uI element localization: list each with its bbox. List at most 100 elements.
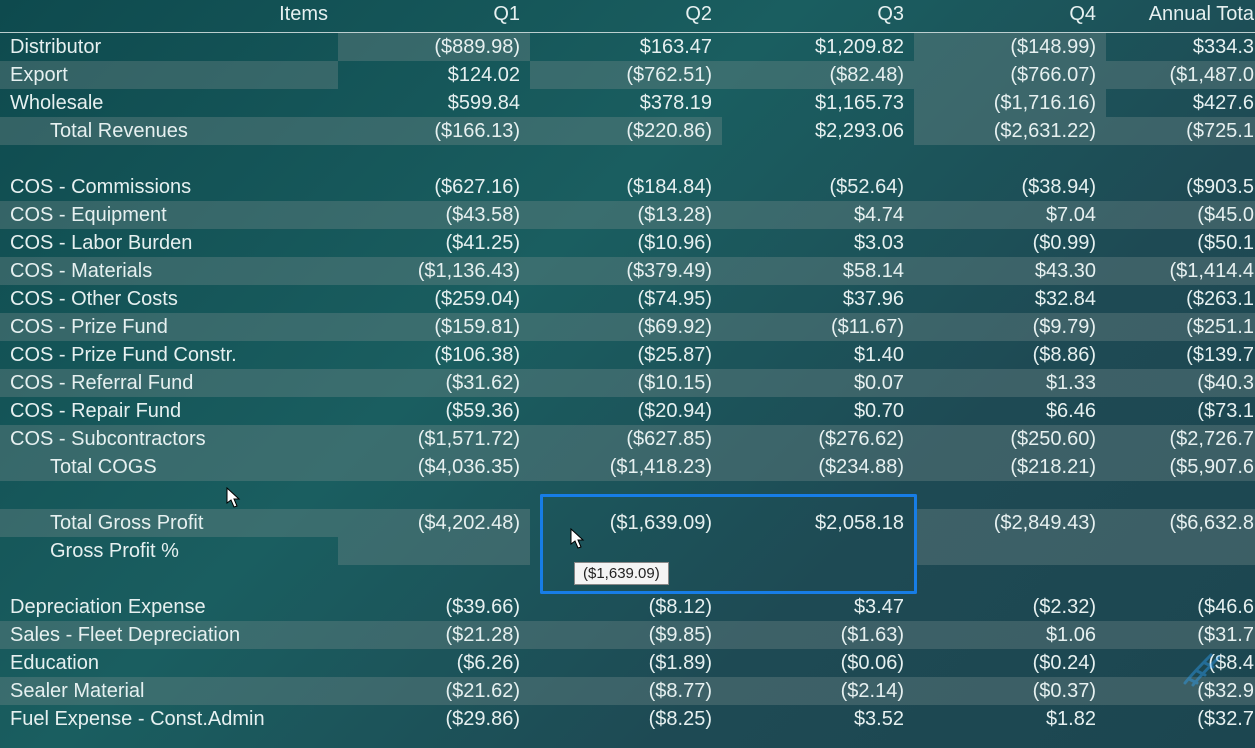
- cell-value[interactable]: $1,209.82: [722, 33, 914, 62]
- cell-value[interactable]: $43.30: [914, 257, 1106, 285]
- cell-value[interactable]: $3.03: [722, 229, 914, 257]
- row-label[interactable]: Wholesale: [0, 89, 338, 117]
- row-label[interactable]: COS - Commissions: [0, 173, 338, 201]
- cell-value[interactable]: ($32.7: [1106, 705, 1255, 733]
- cell-value[interactable]: $334.3: [1106, 33, 1255, 62]
- row-label[interactable]: Sales - Fleet Depreciation: [0, 621, 338, 649]
- cell-value[interactable]: ($903.5: [1106, 173, 1255, 201]
- cell-value[interactable]: ($2,726.7: [1106, 425, 1255, 453]
- cell-value[interactable]: ($762.51): [530, 61, 722, 89]
- cell-value[interactable]: $3.52: [722, 705, 914, 733]
- table-row[interactable]: COS - Labor Burden($41.25)($10.96)$3.03(…: [0, 229, 1255, 257]
- cell-value[interactable]: $1.33: [914, 369, 1106, 397]
- cell-value[interactable]: ($21.28): [338, 621, 530, 649]
- cell-value[interactable]: ($13.28): [530, 201, 722, 229]
- cell-value[interactable]: ($31.62): [338, 369, 530, 397]
- cell-value[interactable]: $3.47: [722, 593, 914, 621]
- cell-value[interactable]: ($9.79): [914, 313, 1106, 341]
- cell-value[interactable]: ($1,136.43): [338, 257, 530, 285]
- table-row[interactable]: COS - Subcontractors($1,571.72)($627.85)…: [0, 425, 1255, 453]
- cell-value[interactable]: ($8.25): [530, 705, 722, 733]
- cell-value[interactable]: ($6.26): [338, 649, 530, 677]
- table-row[interactable]: COS - Prize Fund($159.81)($69.92)($11.67…: [0, 313, 1255, 341]
- cell-value[interactable]: ($59.36): [338, 397, 530, 425]
- cell-value[interactable]: $1.06: [914, 621, 1106, 649]
- cell-value[interactable]: ($6,632.8: [1106, 509, 1255, 537]
- cell-value[interactable]: ($41.25): [338, 229, 530, 257]
- table-row[interactable]: Education($6.26)($1.89)($0.06)($0.24)($8…: [0, 649, 1255, 677]
- cell-value[interactable]: ($8.4: [1106, 649, 1255, 677]
- col-items[interactable]: Items: [0, 0, 338, 33]
- table-row[interactable]: Gross Profit %: [0, 537, 1255, 565]
- row-label[interactable]: Total Revenues: [0, 117, 338, 145]
- cell-value[interactable]: ($0.06): [722, 649, 914, 677]
- cell-value[interactable]: ($43.58): [338, 201, 530, 229]
- cell-value[interactable]: ($1.63): [722, 621, 914, 649]
- row-label[interactable]: Export: [0, 61, 338, 89]
- cell-value[interactable]: ($1,639.09): [530, 509, 722, 537]
- row-label[interactable]: COS - Other Costs: [0, 285, 338, 313]
- cell-value[interactable]: ($184.84): [530, 173, 722, 201]
- cell-value[interactable]: ($8.86): [914, 341, 1106, 369]
- table-row[interactable]: Fuel Expense - Const.Admin($29.86)($8.25…: [0, 705, 1255, 733]
- table-row[interactable]: COS - Prize Fund Constr.($106.38)($25.87…: [0, 341, 1255, 369]
- cell-value[interactable]: ($29.86): [338, 705, 530, 733]
- row-label[interactable]: Gross Profit %: [0, 537, 338, 565]
- row-label[interactable]: Fuel Expense - Const.Admin: [0, 705, 338, 733]
- cell-value[interactable]: ($5,907.6: [1106, 453, 1255, 481]
- col-q3[interactable]: Q3: [722, 0, 914, 33]
- cell-value[interactable]: $599.84: [338, 89, 530, 117]
- cell-value[interactable]: ($11.67): [722, 313, 914, 341]
- col-annual-total[interactable]: Annual Tota: [1106, 0, 1255, 33]
- cell-value[interactable]: $4.74: [722, 201, 914, 229]
- cell-value[interactable]: $37.96: [722, 285, 914, 313]
- cell-value[interactable]: ($46.6: [1106, 593, 1255, 621]
- cell-value[interactable]: [530, 537, 722, 565]
- cell-value[interactable]: $0.07: [722, 369, 914, 397]
- cell-value[interactable]: ($250.60): [914, 425, 1106, 453]
- cell-value[interactable]: ($8.77): [530, 677, 722, 705]
- cell-value[interactable]: ($2,849.43): [914, 509, 1106, 537]
- row-label[interactable]: COS - Subcontractors: [0, 425, 338, 453]
- cell-value[interactable]: ($0.99): [914, 229, 1106, 257]
- cell-value[interactable]: $2,058.18: [722, 509, 914, 537]
- cell-value[interactable]: ($32.9: [1106, 677, 1255, 705]
- table-row[interactable]: COS - Materials($1,136.43)($379.49)$58.1…: [0, 257, 1255, 285]
- row-label[interactable]: COS - Labor Burden: [0, 229, 338, 257]
- cell-value[interactable]: $0.70: [722, 397, 914, 425]
- cell-value[interactable]: ($9.85): [530, 621, 722, 649]
- cell-value[interactable]: [914, 537, 1106, 565]
- col-q2[interactable]: Q2: [530, 0, 722, 33]
- row-label[interactable]: Sealer Material: [0, 677, 338, 705]
- table-row[interactable]: Export$124.02($762.51)($82.48)($766.07)(…: [0, 61, 1255, 89]
- cell-value[interactable]: ($2.32): [914, 593, 1106, 621]
- table-row[interactable]: COS - Other Costs($259.04)($74.95)$37.96…: [0, 285, 1255, 313]
- table-row[interactable]: Wholesale$599.84$378.19$1,165.73($1,716.…: [0, 89, 1255, 117]
- cell-value[interactable]: $1,165.73: [722, 89, 914, 117]
- cell-value[interactable]: ($1,716.16): [914, 89, 1106, 117]
- cell-value[interactable]: ($139.7: [1106, 341, 1255, 369]
- cell-value[interactable]: ($234.88): [722, 453, 914, 481]
- table-row[interactable]: Depreciation Expense($39.66)($8.12)$3.47…: [0, 593, 1255, 621]
- cell-value[interactable]: ($39.66): [338, 593, 530, 621]
- cell-value[interactable]: ($379.49): [530, 257, 722, 285]
- cell-value[interactable]: ($106.38): [338, 341, 530, 369]
- table-row[interactable]: COS - Commissions($627.16)($184.84)($52.…: [0, 173, 1255, 201]
- cell-value[interactable]: $163.47: [530, 33, 722, 62]
- cell-value[interactable]: $124.02: [338, 61, 530, 89]
- cell-value[interactable]: ($10.15): [530, 369, 722, 397]
- cell-value[interactable]: ($159.81): [338, 313, 530, 341]
- cell-value[interactable]: $427.6: [1106, 89, 1255, 117]
- cell-value[interactable]: $2,293.06: [722, 117, 914, 145]
- cell-value[interactable]: ($263.1: [1106, 285, 1255, 313]
- table-row[interactable]: Sales - Fleet Depreciation($21.28)($9.85…: [0, 621, 1255, 649]
- cell-value[interactable]: ($0.37): [914, 677, 1106, 705]
- row-label[interactable]: Depreciation Expense: [0, 593, 338, 621]
- cell-value[interactable]: ($38.94): [914, 173, 1106, 201]
- cell-value[interactable]: ($69.92): [530, 313, 722, 341]
- cell-value[interactable]: [338, 537, 530, 565]
- cell-value[interactable]: ($10.96): [530, 229, 722, 257]
- table-row[interactable]: COS - Repair Fund($59.36)($20.94)$0.70$6…: [0, 397, 1255, 425]
- cell-value[interactable]: $7.04: [914, 201, 1106, 229]
- table-row[interactable]: COS - Equipment($43.58)($13.28)$4.74$7.0…: [0, 201, 1255, 229]
